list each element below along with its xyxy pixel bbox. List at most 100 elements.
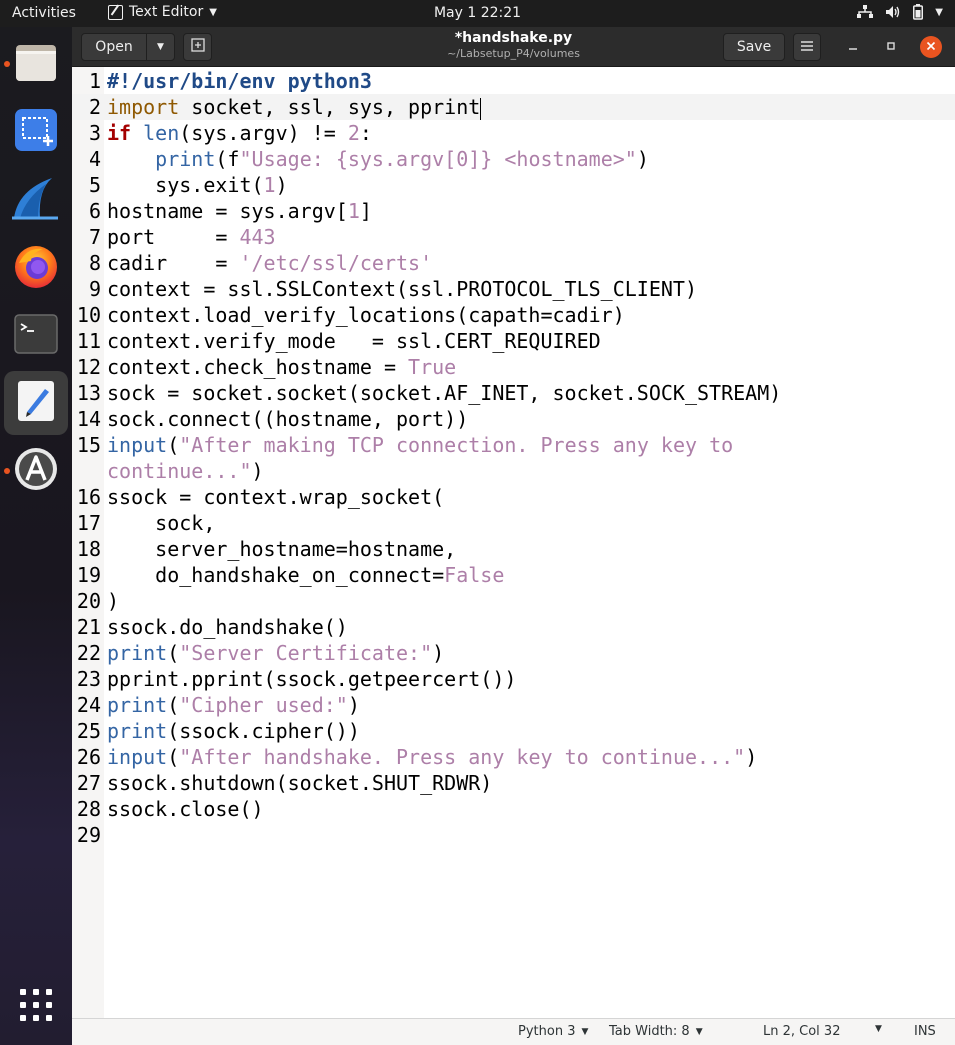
code-line[interactable]: 21 ssock.do_handshake() xyxy=(72,614,955,640)
code-text[interactable]: context = ssl.SSLContext(ssl.PROTOCOL_TL… xyxy=(107,276,697,302)
tab-width-selector[interactable]: Tab Width: 8 ▼ xyxy=(609,1024,703,1039)
code-text[interactable]: hostname = sys.argv[1] xyxy=(107,198,372,224)
code-token: ) xyxy=(275,173,288,197)
code-line[interactable]: 6 hostname = sys.argv[1] xyxy=(72,198,955,224)
code-text[interactable]: ssock.shutdown(socket.SHUT_RDWR) xyxy=(107,770,492,796)
code-line[interactable]: 4 print(f"Usage: {sys.argv[0]} <hostname… xyxy=(72,146,955,172)
code-token: ssock.close() xyxy=(107,797,264,821)
dock-terminal[interactable] xyxy=(4,304,68,368)
code-text[interactable]: ssock = context.wrap_socket( xyxy=(107,484,444,510)
code-text[interactable]: cadir = '/etc/ssl/certs' xyxy=(107,250,432,276)
insert-mode-indicator[interactable]: INS xyxy=(914,1024,936,1039)
language-selector[interactable]: Python 3 ▼ xyxy=(518,1024,588,1039)
code-line[interactable]: 1 #!/usr/bin/env python3 xyxy=(72,68,955,94)
line-number: 4 xyxy=(88,147,101,171)
code-line[interactable]: 29 xyxy=(72,822,955,848)
dock-show-applications[interactable] xyxy=(4,975,68,1039)
dock-wireshark[interactable] xyxy=(4,168,68,232)
text-editor-area[interactable]: 1 #!/usr/bin/env python3 2 import socket, s… xyxy=(72,67,955,1018)
code-text[interactable]: port = 443 xyxy=(107,224,276,250)
cursor-position-selector[interactable]: Ln 2, Col 32 xyxy=(763,1024,840,1039)
code-line[interactable]: 16 ssock = context.wrap_socket( xyxy=(72,484,955,510)
code-text[interactable]: sock = socket.socket(socket.AF_INET, soc… xyxy=(107,380,781,406)
code-text[interactable]: print("Cipher used:") xyxy=(107,692,360,718)
app-menu[interactable]: Text Editor ▼ xyxy=(108,4,217,20)
code-line[interactable]: 10 context.load_verify_locations(capath=c… xyxy=(72,302,955,328)
code-token: context.check_hostname = xyxy=(107,355,409,379)
code-text[interactable]: server_hostname=hostname, xyxy=(107,536,456,562)
maximize-button[interactable] xyxy=(880,36,902,58)
code-text[interactable]: ) xyxy=(107,588,119,614)
code-text[interactable]: print(f"Usage: {sys.argv[0]} <hostname>"… xyxy=(107,146,649,172)
code-text[interactable]: context.check_hostname = True xyxy=(107,354,456,380)
line-number: 5 xyxy=(88,173,101,197)
code-line[interactable]: 13 sock = socket.socket(socket.AF_INET, s… xyxy=(72,380,955,406)
close-button[interactable] xyxy=(920,36,942,58)
new-tab-button[interactable] xyxy=(183,33,212,61)
dock-files[interactable] xyxy=(4,32,68,96)
code-token: len xyxy=(143,121,180,145)
code-text[interactable]: continue...") xyxy=(107,458,264,484)
code-line[interactable]: 24 print("Cipher used:") xyxy=(72,692,955,718)
code-text[interactable]: input("After making TCP connection. Pres… xyxy=(107,432,733,458)
app-menu-label: Text Editor xyxy=(129,4,204,20)
save-button[interactable]: Save xyxy=(723,33,785,61)
code-line[interactable]: 8 cadir = '/etc/ssl/certs' xyxy=(72,250,955,276)
code-line[interactable]: 23 pprint.pprint(ssock.getpeercert()) xyxy=(72,666,955,692)
code-line[interactable]: 2 import socket, ssl, sys, pprint xyxy=(72,94,955,120)
code-line[interactable]: 20) xyxy=(72,588,955,614)
dock-software-updater[interactable] xyxy=(4,439,68,503)
code-line[interactable]: 14 sock.connect((hostname, port)) xyxy=(72,406,955,432)
window-headerbar: Open ▼ *handshake.py ~/Labsetup_P4/volum… xyxy=(72,27,955,67)
code-line[interactable]: 22 print("Server Certificate:") xyxy=(72,640,955,666)
code-text[interactable]: do_handshake_on_connect=False xyxy=(107,562,504,588)
code-token: sock, xyxy=(107,511,216,535)
code-line[interactable]: 27 ssock.shutdown(socket.SHUT_RDWR) xyxy=(72,770,955,796)
code-text[interactable]: input("After handshake. Press any key to… xyxy=(107,744,757,770)
code-token: input xyxy=(107,745,168,769)
code-line[interactable]: 19 do_handshake_on_connect=False xyxy=(72,562,955,588)
code-line[interactable]: 18 server_hostname=hostname, xyxy=(72,536,955,562)
code-text[interactable]: print(ssock.cipher()) xyxy=(107,718,360,744)
line-number: 15 xyxy=(76,433,101,457)
code-text[interactable]: ssock.close() xyxy=(107,796,264,822)
code-text[interactable]: sock.connect((hostname, port)) xyxy=(107,406,468,432)
dock-text-editor[interactable] xyxy=(4,371,68,435)
code-line[interactable]: 5 sys.exit(1) xyxy=(72,172,955,198)
code-line[interactable]: 28 ssock.close() xyxy=(72,796,955,822)
code-text[interactable]: if len(sys.argv) != 2: xyxy=(107,120,372,146)
code-line[interactable]: continue...") xyxy=(72,458,955,484)
dock-screenshot[interactable] xyxy=(4,100,68,164)
code-line[interactable]: 9 context = ssl.SSLContext(ssl.PROTOCOL_T… xyxy=(72,276,955,302)
code-text[interactable]: sys.exit(1) xyxy=(107,172,288,198)
code-line[interactable]: 17 sock, xyxy=(72,510,955,536)
code-line[interactable]: 7 port = 443 xyxy=(72,224,955,250)
code-line[interactable]: 15 input("After making TCP connection. Pr… xyxy=(72,432,955,458)
code-line[interactable]: 3 if len(sys.argv) != 2: xyxy=(72,120,955,146)
clock[interactable]: May 1 22:21 xyxy=(434,5,521,21)
dock-firefox[interactable] xyxy=(4,236,68,300)
open-recent-dropdown[interactable]: ▼ xyxy=(146,33,175,61)
code-text[interactable]: context.load_verify_locations(capath=cad… xyxy=(107,302,625,328)
activities-button[interactable]: Activities xyxy=(12,5,76,21)
line-number: 19 xyxy=(76,563,101,587)
code-line[interactable]: 11 context.verify_mode = ssl.CERT_REQUIRE… xyxy=(72,328,955,354)
code-text[interactable]: pprint.pprint(ssock.getpeercert()) xyxy=(107,666,516,692)
cursor-position-dropdown[interactable]: ▼ xyxy=(875,1024,882,1034)
code-text[interactable]: #!/usr/bin/env python3 xyxy=(107,68,372,94)
code-line[interactable]: 25 print(ssock.cipher()) xyxy=(72,718,955,744)
code-text[interactable]: print("Server Certificate:") xyxy=(107,640,444,666)
code-line[interactable]: 26 input("After handshake. Press any key … xyxy=(72,744,955,770)
system-tray[interactable]: ▼ xyxy=(857,4,943,20)
line-number: 28 xyxy=(76,797,101,821)
code-text[interactable]: sock, xyxy=(107,510,215,536)
open-button[interactable]: Open xyxy=(81,33,147,61)
main-menu-button[interactable] xyxy=(793,33,821,61)
code-line[interactable]: 12 context.check_hostname = True xyxy=(72,354,955,380)
chevron-down-icon: ▼ xyxy=(935,6,943,18)
minimize-button[interactable] xyxy=(842,36,864,58)
code-text[interactable]: context.verify_mode = ssl.CERT_REQUIRED xyxy=(107,328,601,354)
code-text[interactable]: ssock.do_handshake() xyxy=(107,614,348,640)
open-button-label: Open xyxy=(95,39,133,55)
code-text[interactable]: import socket, ssl, sys, pprint xyxy=(107,94,482,120)
